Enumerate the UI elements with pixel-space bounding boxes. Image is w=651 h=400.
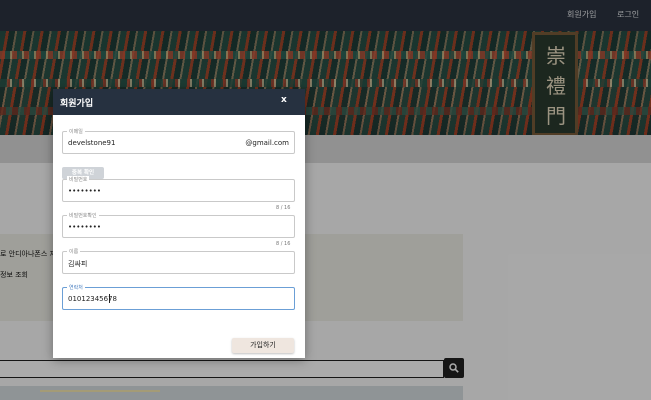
name-value: 김싸피 bbox=[68, 260, 88, 268]
close-button[interactable]: x bbox=[281, 95, 287, 105]
password-confirm-value: •••••••• bbox=[68, 223, 102, 231]
email-domain-suffix: @gmail.com bbox=[245, 139, 289, 147]
text-caret bbox=[109, 294, 110, 303]
password-field[interactable]: 비밀번호 •••••••• bbox=[62, 176, 295, 202]
password-confirm-field[interactable]: 비밀번호확인 •••••••• bbox=[62, 212, 295, 238]
name-label: 이름 bbox=[67, 248, 81, 255]
password-value: •••••••• bbox=[68, 187, 102, 195]
email-field[interactable]: 이메일 develstone91 @gmail.com bbox=[62, 128, 295, 154]
name-field[interactable]: 이름 김싸피 bbox=[62, 248, 295, 274]
password-confirm-label: 비밀번호확인 bbox=[67, 212, 99, 219]
password-char-counter: 8 / 16 bbox=[276, 205, 291, 211]
signup-submit-button[interactable]: 가입하기 bbox=[232, 338, 294, 353]
modal-header: 회원가입 x bbox=[53, 89, 305, 115]
password-confirm-char-counter: 8 / 16 bbox=[276, 241, 291, 247]
email-label: 이메일 bbox=[67, 128, 85, 135]
email-value: develstone91 bbox=[68, 139, 116, 147]
password-label: 비밀번호 bbox=[67, 176, 90, 183]
phone-field[interactable]: 연락처 01012345678 bbox=[62, 284, 295, 310]
phone-label: 연락처 bbox=[67, 284, 85, 291]
modal-title: 회원가입 bbox=[60, 99, 94, 109]
